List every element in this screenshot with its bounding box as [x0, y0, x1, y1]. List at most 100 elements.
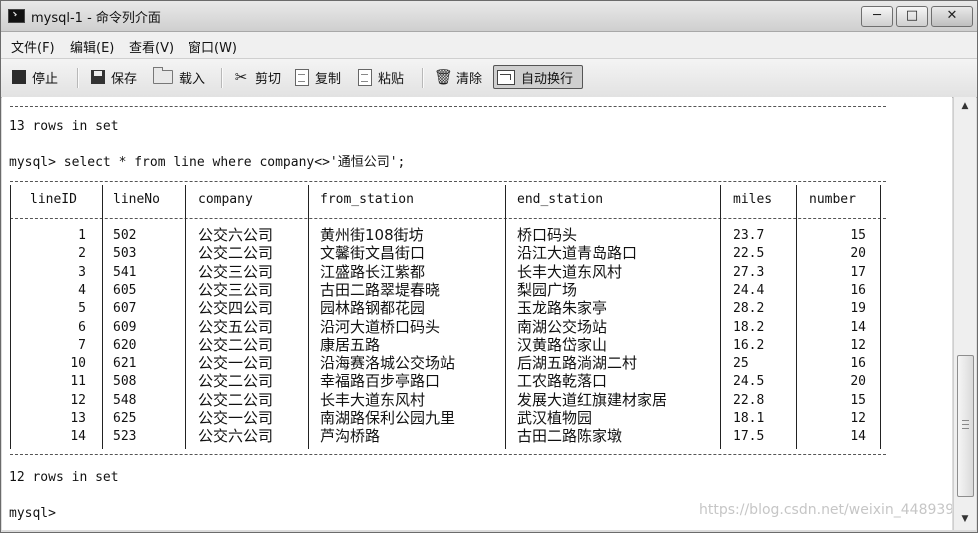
cell-from-station: 江盛路长江紫都: [320, 262, 426, 281]
cell-number: 12: [850, 337, 866, 353]
previous-result-text: 13 rows in set: [9, 119, 119, 134]
menu-file[interactable]: 文件(F): [11, 37, 55, 56]
menu-window[interactable]: 窗口(W): [188, 37, 237, 56]
cell-lineid: 5: [78, 301, 86, 317]
column-separator: [308, 185, 309, 449]
cell-lineno: 609: [113, 319, 137, 335]
column-separator: [720, 185, 721, 449]
menu-view[interactable]: 查看(V): [129, 37, 174, 56]
cell-lineid: 1: [78, 228, 86, 243]
cell-lineno: 523: [113, 429, 137, 445]
save-button[interactable]: 保存: [88, 65, 140, 89]
column-separator: [796, 185, 797, 449]
cell-number: 12: [850, 411, 866, 426]
cell-from-station: 沿海赛洛城公交场站: [320, 354, 456, 373]
cell-lineid: 4: [78, 282, 86, 298]
copy-button[interactable]: 复制: [292, 65, 344, 89]
cell-end-station: 沿江大道青岛路口: [517, 244, 638, 263]
cell-end-station: 武汉植物园: [517, 409, 593, 427]
cell-number: 15: [850, 392, 866, 408]
clear-label: 清除: [456, 71, 483, 87]
cell-number: 17: [850, 264, 866, 280]
command-prompt[interactable]: mysql>: [9, 505, 56, 523]
cut-button[interactable]: ✂ 剪切: [230, 65, 284, 89]
cell-company: 公交三公司: [198, 280, 274, 299]
cell-lineid: 13: [70, 411, 86, 426]
table-border-bottom: [10, 454, 886, 455]
load-button[interactable]: 载入: [150, 65, 208, 89]
cell-lineno: 508: [113, 374, 137, 390]
terminal-icon: [8, 9, 25, 23]
cell-miles: 27.3: [733, 264, 765, 280]
column-header-lineno: lineNo: [113, 192, 160, 207]
cell-lineno: 548: [113, 392, 137, 408]
cell-miles: 28.2: [733, 301, 765, 317]
column-header-miles: miles: [733, 192, 773, 207]
cell-end-station: 玉龙路朱家亭: [517, 299, 608, 318]
cell-number: 20: [850, 374, 866, 390]
scroll-down-arrow[interactable]: ▼: [957, 512, 973, 526]
watermark: https://blog.csdn.net/weixin_4489390: [699, 502, 952, 518]
cell-lineno: 607: [113, 301, 137, 317]
cell-company: 公交一公司: [198, 354, 274, 373]
save-label: 保存: [111, 71, 138, 87]
column-header-lineid: lineID: [30, 192, 77, 207]
clear-button[interactable]: 🗑 清除: [431, 65, 485, 89]
column-header-number: number: [809, 192, 856, 207]
cell-lineid: 7: [78, 337, 86, 353]
cell-from-station: 文馨街文昌街口: [320, 244, 426, 263]
cell-lineid: 11: [70, 374, 86, 390]
paste-button[interactable]: 粘贴: [355, 65, 407, 89]
cell-end-station: 汉黄路岱家山: [517, 335, 608, 354]
column-separator: [505, 185, 506, 449]
cell-from-station: 南湖路保利公园九里: [320, 409, 456, 427]
cell-number: 15: [850, 228, 866, 243]
stop-icon: [12, 70, 26, 84]
scroll-up-arrow[interactable]: ▲: [957, 99, 973, 113]
cell-lineid: 3: [78, 264, 86, 280]
menu-edit[interactable]: 编辑(E): [70, 37, 114, 56]
cell-lineid: 12: [70, 392, 86, 408]
cell-from-station: 芦沟桥路: [320, 427, 381, 446]
cell-miles: 16.2: [733, 337, 765, 353]
cell-end-station: 发展大道红旗建材家居: [517, 390, 668, 409]
clipboard-icon: [358, 68, 372, 86]
cell-lineno: 605: [113, 282, 137, 298]
column-separator: [102, 185, 103, 449]
cell-company: 公交三公司: [198, 262, 274, 281]
close-button[interactable]: ✕: [931, 6, 973, 27]
title-bar[interactable]: mysql-1 - 命令列介面 ─ □ ✕: [1, 1, 977, 32]
cell-company: 公交二公司: [198, 372, 274, 391]
column-separator: [10, 185, 11, 449]
scrollbar-thumb[interactable]: [957, 355, 974, 497]
cell-company: 公交四公司: [198, 299, 274, 318]
paste-label: 粘贴: [378, 71, 405, 87]
scrollbar-grip: [962, 428, 969, 429]
wrap-icon: [497, 69, 515, 85]
menu-bar: 文件(F) 编辑(E) 查看(V) 窗口(W): [1, 32, 977, 58]
column-separator: [185, 185, 186, 449]
scrollbar-grip: [962, 420, 969, 421]
trash-icon: 🗑: [434, 67, 454, 86]
cell-lineid: 14: [70, 429, 86, 445]
cell-company: 公交六公司: [198, 427, 274, 446]
cell-lineno: 502: [113, 228, 137, 243]
cell-miles: 25: [733, 356, 749, 372]
word-wrap-toggle[interactable]: 自动换行: [493, 65, 583, 89]
cell-lineno: 625: [113, 411, 137, 426]
cell-lineid: 2: [78, 246, 86, 262]
minimize-button[interactable]: ─: [861, 6, 893, 27]
cell-miles: 22.5: [733, 246, 765, 262]
cell-number: 16: [850, 356, 866, 372]
cell-from-station: 沿河大道桥口码头: [320, 317, 441, 336]
console-output[interactable]: 13 rows in set mysql> select * from line…: [2, 97, 952, 530]
cell-end-station: 南湖公交场站: [517, 317, 608, 336]
cell-number: 14: [850, 319, 866, 335]
vertical-scrollbar[interactable]: ▲ ▼: [953, 97, 976, 530]
stop-button[interactable]: 停止: [9, 65, 61, 89]
copy-label: 复制: [315, 71, 342, 87]
save-icon: [91, 70, 105, 84]
cell-end-station: 梨园广场: [517, 280, 578, 299]
cell-lineno: 620: [113, 337, 137, 353]
maximize-button[interactable]: □: [896, 6, 928, 27]
